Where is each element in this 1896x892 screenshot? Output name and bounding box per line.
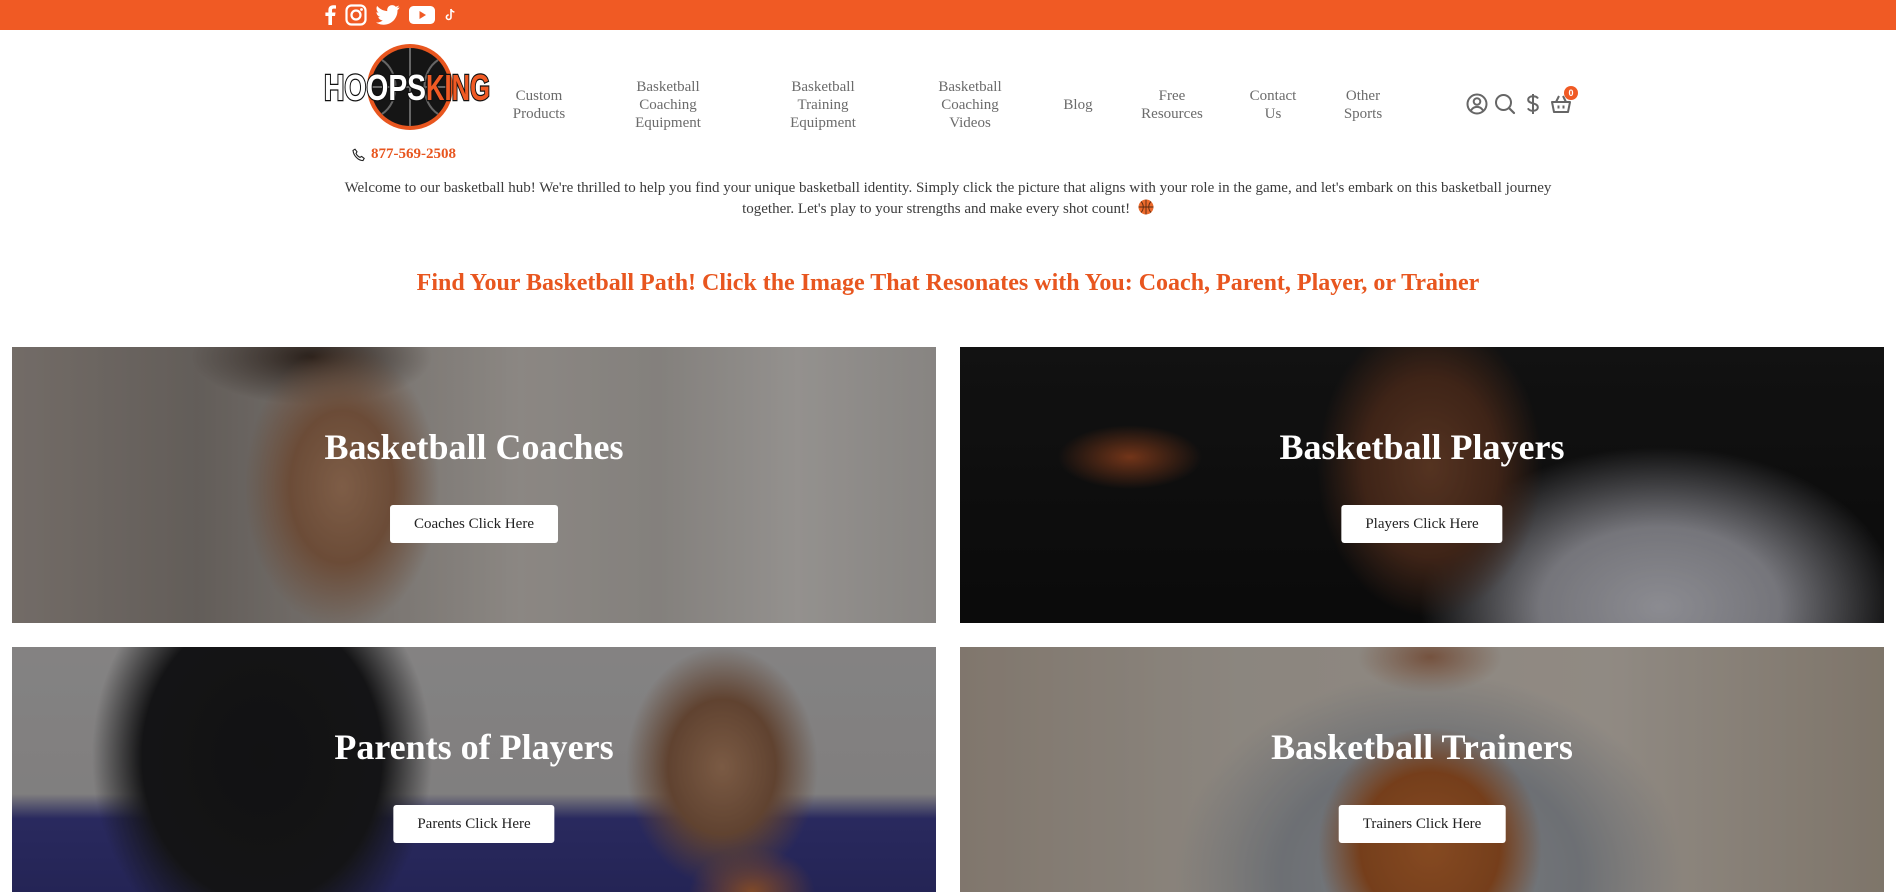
intro-paragraph: Welcome to our basketball hub! We're thr… xyxy=(344,180,1552,217)
path-headline: Find Your Basketball Path! Click the Ima… xyxy=(416,270,1480,296)
nav-blog[interactable]: Blog xyxy=(1058,96,1098,114)
image-overlay xyxy=(960,647,1884,892)
players-click-here-button[interactable]: Players Click Here xyxy=(1341,505,1503,543)
nav-free-resources[interactable]: Free Resources xyxy=(1130,87,1214,123)
intro-text: Welcome to our basketball hub! We're thr… xyxy=(320,178,1576,220)
account-icon xyxy=(1466,93,1488,115)
search-icon xyxy=(1495,94,1516,115)
nav-contact-us[interactable]: Contact Us xyxy=(1243,87,1303,123)
tiktok-link[interactable] xyxy=(444,8,456,22)
phone-link[interactable]: 877-569-2508 xyxy=(352,146,456,163)
facebook-icon xyxy=(325,5,336,25)
card-title: Basketball Players xyxy=(1279,427,1565,467)
card-parents-of-players[interactable]: Parents of Players Parents Click Here xyxy=(12,647,936,892)
basketball-emoji-icon xyxy=(1138,199,1154,215)
currency-button[interactable] xyxy=(1522,92,1544,116)
card-basketball-coaches[interactable]: Basketball Coaches Coaches Click Here xyxy=(12,347,936,623)
card-basketball-players[interactable]: Basketball Players Players Click Here xyxy=(960,347,1884,623)
trainers-click-here-button[interactable]: Trainers Click Here xyxy=(1338,805,1506,843)
phone-number: 877-569-2508 xyxy=(371,146,456,162)
cart-count-badge: 0 xyxy=(1564,86,1578,100)
cart-button[interactable]: 0 xyxy=(1550,86,1578,116)
search-button[interactable] xyxy=(1494,92,1516,116)
card-title: Parents of Players xyxy=(334,727,614,767)
hoopsking-logo[interactable]: HOOPS KING xyxy=(322,42,492,132)
nav-basketball-coaching-videos[interactable]: Basketball Coaching Videos xyxy=(928,78,1012,132)
nav-other-sports[interactable]: Other Sports xyxy=(1333,87,1393,123)
tiktok-icon xyxy=(445,8,455,21)
social-links xyxy=(324,2,456,28)
image-overlay xyxy=(960,347,1884,623)
nav-custom-products[interactable]: Custom Products xyxy=(510,87,568,123)
twitter-link[interactable] xyxy=(376,5,400,25)
nav-basketball-coaching-equipment[interactable]: Basketball Coaching Equipment xyxy=(626,78,710,132)
image-overlay xyxy=(12,347,936,623)
instagram-link[interactable] xyxy=(345,4,367,26)
currency-icon xyxy=(1527,94,1539,114)
account-button[interactable] xyxy=(1466,92,1488,116)
facebook-link[interactable] xyxy=(324,5,336,25)
youtube-link[interactable] xyxy=(409,6,435,24)
coaches-click-here-button[interactable]: Coaches Click Here xyxy=(390,505,558,543)
card-title: Basketball Trainers xyxy=(1271,727,1573,767)
card-basketball-trainers[interactable]: Basketball Trainers Trainers Click Here xyxy=(960,647,1884,892)
header-icons: 0 xyxy=(1466,86,1578,116)
twitter-icon xyxy=(376,5,400,25)
svg-text:KING: KING xyxy=(426,67,490,108)
logo-image: HOOPS KING xyxy=(323,44,491,130)
parents-click-here-button[interactable]: Parents Click Here xyxy=(393,805,555,843)
youtube-icon xyxy=(409,6,435,24)
instagram-icon xyxy=(345,4,367,26)
image-overlay xyxy=(12,647,936,892)
nav-basketball-training-equipment[interactable]: Basketball Training Equipment xyxy=(781,78,865,132)
phone-icon xyxy=(352,147,365,161)
social-topbar xyxy=(0,0,1896,30)
card-title: Basketball Coaches xyxy=(324,427,624,467)
svg-text:HOOPS: HOOPS xyxy=(324,67,426,108)
